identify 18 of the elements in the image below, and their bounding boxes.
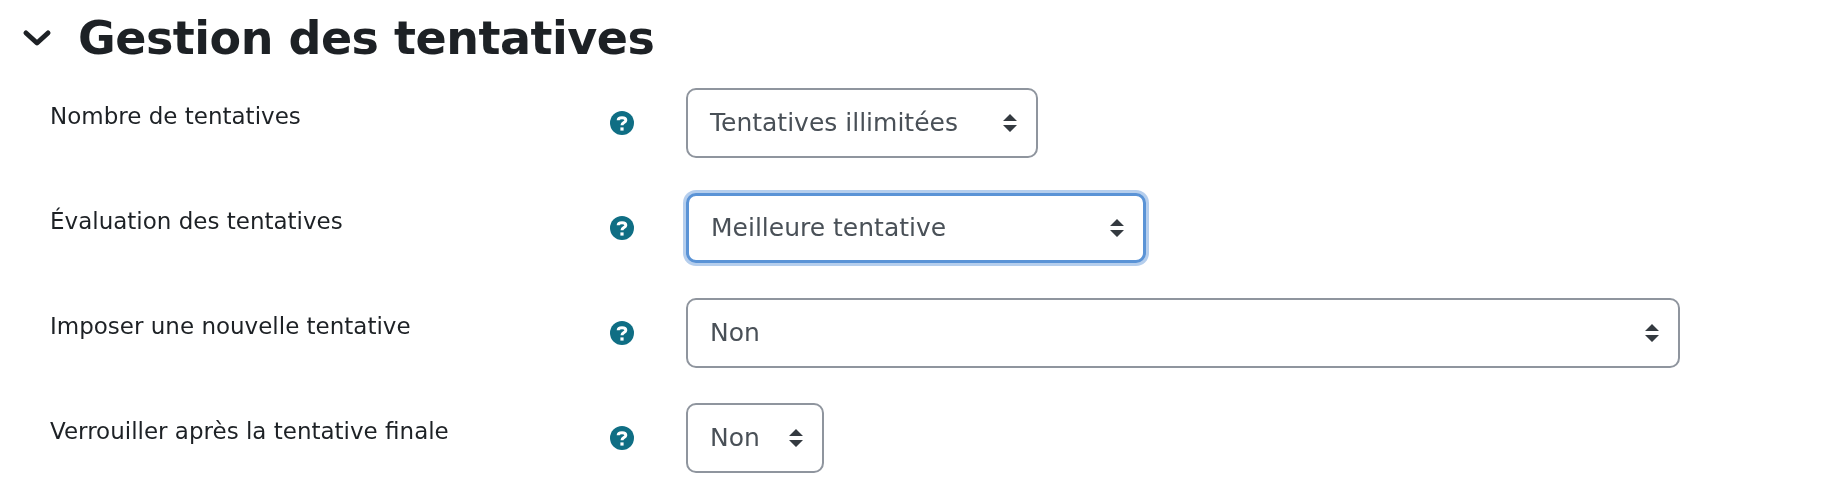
select-field[interactable]: Meilleure tentative <box>686 193 1146 263</box>
sort-caret-icon <box>788 428 804 448</box>
sort-caret-icon <box>1002 113 1018 133</box>
help-icon[interactable] <box>610 321 634 345</box>
select-field[interactable]: Non <box>686 403 824 473</box>
section-title: Gestion des tentatives <box>78 15 655 61</box>
help-icon[interactable] <box>610 216 634 240</box>
select-field[interactable]: Non <box>686 298 1680 368</box>
field-label: Imposer une nouvelle tentative <box>49 311 412 341</box>
help-icon[interactable] <box>610 426 634 450</box>
select-field[interactable]: Tentatives illimitées <box>686 88 1038 158</box>
field-label: Évaluation des tentatives <box>49 206 344 236</box>
sort-caret-icon <box>1644 323 1660 343</box>
field-label: Verrouiller après la tentative finale <box>49 416 450 446</box>
field-label: Nombre de tentatives <box>49 101 302 131</box>
help-icon[interactable] <box>610 111 634 135</box>
chevron-icon[interactable] <box>22 28 52 48</box>
sort-caret-icon <box>1109 218 1125 238</box>
